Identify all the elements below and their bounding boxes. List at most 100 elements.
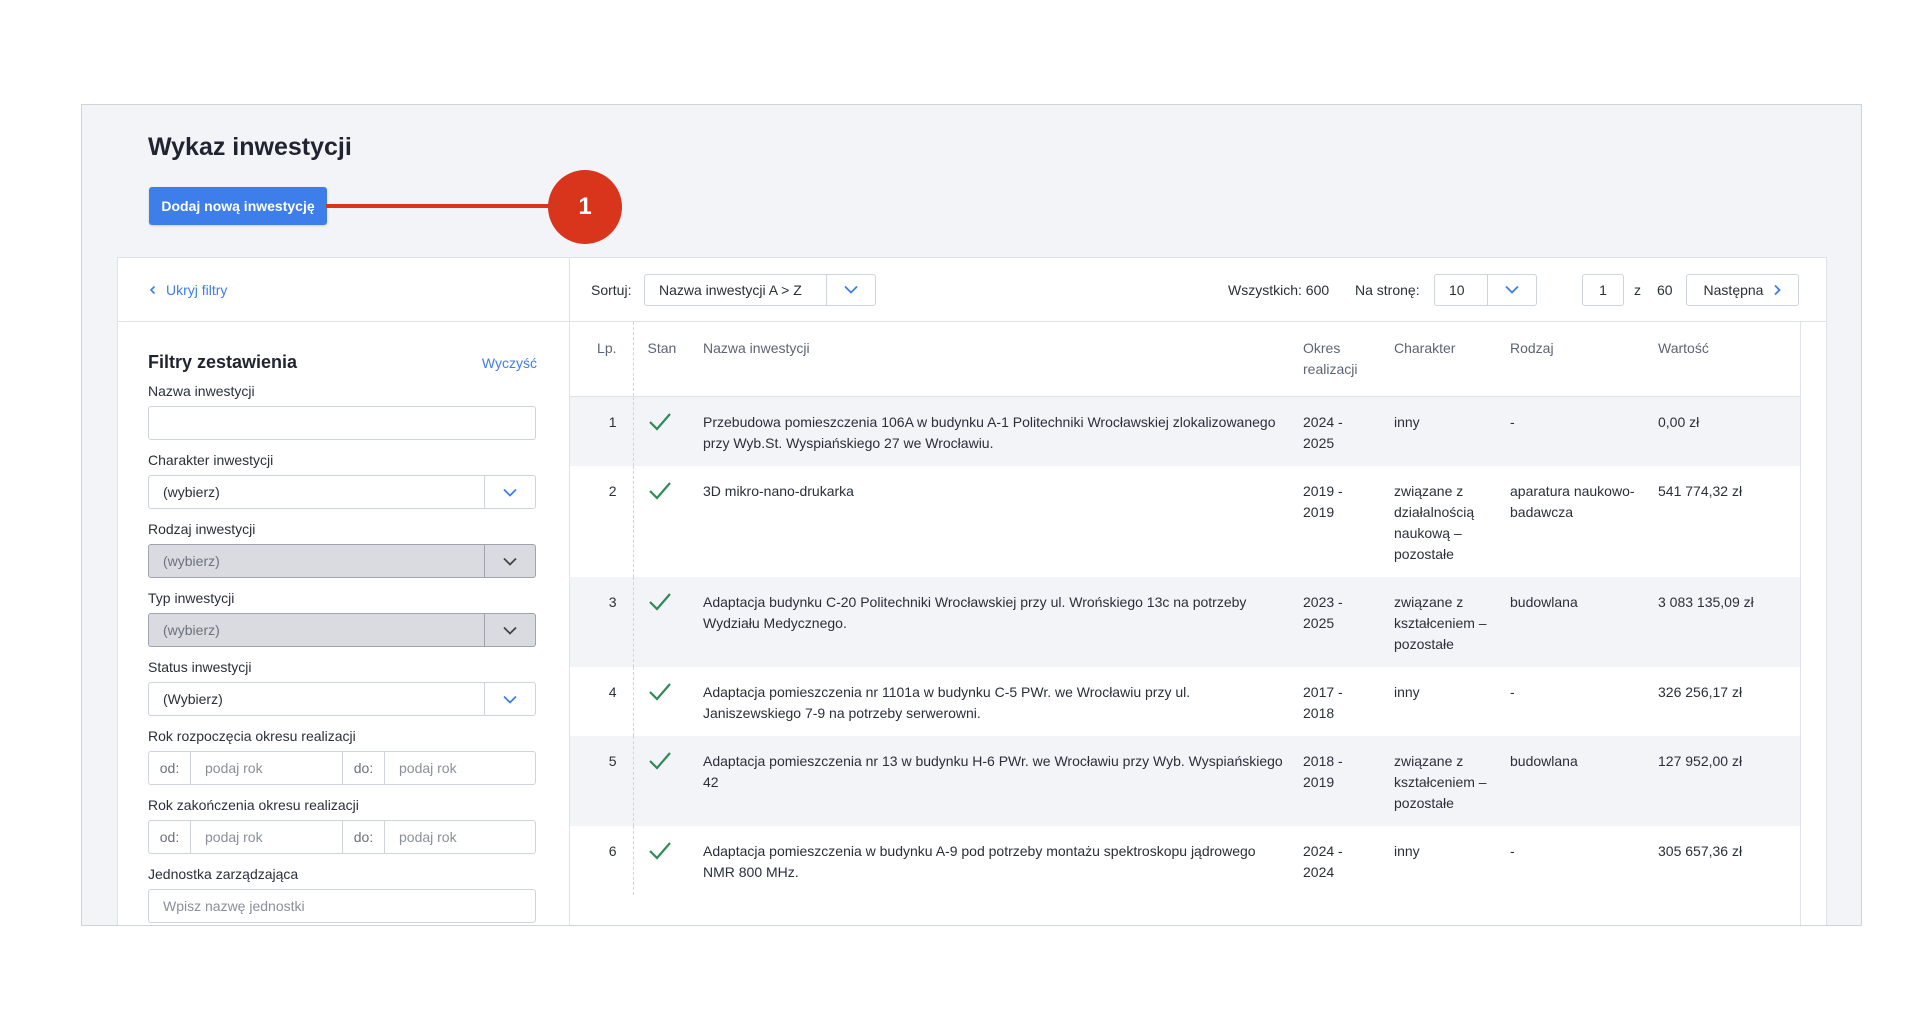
check-icon [648,481,671,500]
header-okres-line1: Okres [1303,340,1341,356]
clear-filters-link[interactable]: Wyczyść [482,355,537,371]
per-page-value: 10 [1449,281,1465,298]
filters-form: Filtry zestawienia Wyczyść Nazwa inwesty… [118,322,569,923]
sort-label: Sortuj: [591,281,632,298]
sort-value: Nazwa inwestycji A > Z [659,281,802,298]
row-okres: 2023 - 2025 [1293,576,1384,667]
chevron-down-icon[interactable] [484,614,535,646]
row-rodzaj: - [1500,396,1648,466]
row-lp: 5 [570,735,634,826]
status-filter-value: (Wybierz) [163,691,223,707]
type-filter-label: Typ inwestycji [148,590,235,606]
per-page-select[interactable]: 10 [1434,273,1537,306]
header-charakter[interactable]: Charakter [1384,322,1500,397]
to-label: do: [343,752,385,784]
row-rodzaj: - [1510,683,1515,700]
start-year-label: Rok rozpoczęcia okresu realizacji [148,728,356,744]
row-lp: 3 [570,576,634,667]
header-rodzaj[interactable]: Rodzaj [1500,322,1648,397]
chevron-down-icon[interactable] [484,476,535,508]
kind-filter-select[interactable]: (wybierz) [148,544,536,578]
end-year-to-input[interactable]: podaj rok [385,821,535,853]
header-okres-line2: realizacji [1303,361,1358,377]
callout-badge: 1 [548,170,622,244]
add-investment-button[interactable]: Dodaj nową inwestycję [149,187,327,225]
row-name: Adaptacja budynku C-20 Politechniki Wroc… [701,576,1293,667]
page-title: Wykaz inwestycji [148,133,352,161]
character-filter-select[interactable]: (wybierz) [148,475,536,509]
row-status [633,735,701,826]
check-icon [648,592,671,611]
results-panel: Sortuj: Nazwa inwestycji A > Z Wszystkic… [570,258,1826,925]
row-name: 3D mikro-nano-drukarka [703,482,854,499]
row-wartosc: 541 774,32 zł [1658,482,1743,499]
row-charakter: inny [1384,396,1500,466]
header-lp[interactable]: Lp. [570,322,634,397]
next-page-button[interactable]: Następna [1686,273,1799,306]
hide-filters-link[interactable]: Ukryj filtry [148,282,227,298]
row-okres: 2017 - 2018 [1303,683,1343,721]
table-row[interactable]: 3 Adaptacja budynku C-20 Politechniki Wro… [570,576,1800,667]
chevron-down-icon[interactable] [484,545,535,577]
results-table-wrapper: Lp. Stan Nazwa inwestycji Okres realizacj… [570,322,1801,925]
check-icon [648,841,671,860]
chevron-down-icon[interactable] [1487,274,1536,305]
table-row[interactable]: 4 Adaptacja pomieszczenia nr 1101a w budy… [570,666,1800,736]
character-filter-value: (wybierz) [163,484,220,500]
next-page-label: Następna [1703,281,1764,298]
table-row[interactable]: 1 Przebudowa pomieszczenia 106A w budynku… [570,396,1800,466]
sort-select[interactable]: Nazwa inwestycji A > Z [644,273,876,306]
name-filter-input[interactable] [148,406,536,440]
chevron-left-icon [149,285,156,294]
end-year-label: Rok zakończenia okresu realizacji [148,797,359,813]
row-wartosc: 326 256,17 zł [1658,683,1743,700]
filters-panel-header: Ukryj filtry [118,258,569,322]
row-charakter: związane z działalnością naukową – pozos… [1394,482,1475,562]
page-of-label: z [1634,281,1641,298]
row-wartosc: 127 952,00 zł [1648,735,1800,826]
header-name[interactable]: Nazwa inwestycji [701,322,1293,397]
results-toolbar: Sortuj: Nazwa inwestycji A > Z Wszystkic… [570,258,1826,322]
type-filter-select[interactable]: (wybierz) [148,613,536,647]
end-year-range: od: podaj rok do: podaj rok [148,820,536,854]
table-row[interactable]: 6 Adaptacja pomieszczenia w budynku A-9 p… [570,825,1800,895]
start-year-from-input[interactable]: podaj rok [191,752,343,784]
start-year-range: od: podaj rok do: podaj rok [148,751,536,785]
row-name: Adaptacja pomieszczenia w budynku A-9 po… [703,842,1256,880]
page-number-input[interactable]: 1 [1582,273,1624,306]
row-name: Adaptacja pomieszczenia nr 1101a w budyn… [703,683,1191,721]
chevron-down-icon[interactable] [826,274,875,305]
row-lp: 4 [570,666,634,736]
check-icon [648,412,671,431]
kind-filter-label: Rodzaj inwestycji [148,521,256,537]
kind-filter-value: (wybierz) [163,553,220,569]
row-okres: 2024 - 2025 [1293,396,1384,466]
character-filter-label: Charakter inwestycji [148,452,274,468]
unit-filter-input[interactable] [148,889,536,923]
row-status [633,466,701,577]
end-year-from-input[interactable]: podaj rok [191,821,343,853]
row-status [633,826,701,895]
chevron-right-icon [1774,284,1782,295]
start-year-to-input[interactable]: podaj rok [385,752,535,784]
status-filter-select[interactable]: (Wybierz) [148,682,536,716]
table-row[interactable]: 5 Adaptacja pomieszczenia nr 13 w budynku… [570,735,1800,826]
row-name: Adaptacja pomieszczenia nr 13 w budynku … [701,735,1293,826]
to-label: do: [343,821,385,853]
total-count: Wszystkich: 600 [1228,281,1330,298]
row-okres: 2024 - 2024 [1303,842,1343,880]
header-stan[interactable]: Stan [633,322,701,397]
row-wartosc: 305 657,36 zł [1658,842,1743,859]
table-header-row: Lp. Stan Nazwa inwestycji Okres realizacj… [570,322,1800,397]
row-status [633,667,701,736]
row-lp: 2 [570,465,634,577]
unit-filter-label: Jednostka zarządzająca [148,866,299,882]
table-row[interactable]: 2 3D mikro-nano-drukarka 2019 - 2019 związa… [570,465,1800,577]
header-okres[interactable]: Okres realizacji [1293,322,1384,397]
chevron-down-icon[interactable] [484,683,535,715]
header-wartosc[interactable]: Wartość [1648,322,1800,397]
row-lp: 1 [570,396,634,466]
check-icon [648,682,671,701]
row-rodzaj: aparatura naukowo-badawcza [1510,482,1635,520]
check-icon [648,751,671,770]
